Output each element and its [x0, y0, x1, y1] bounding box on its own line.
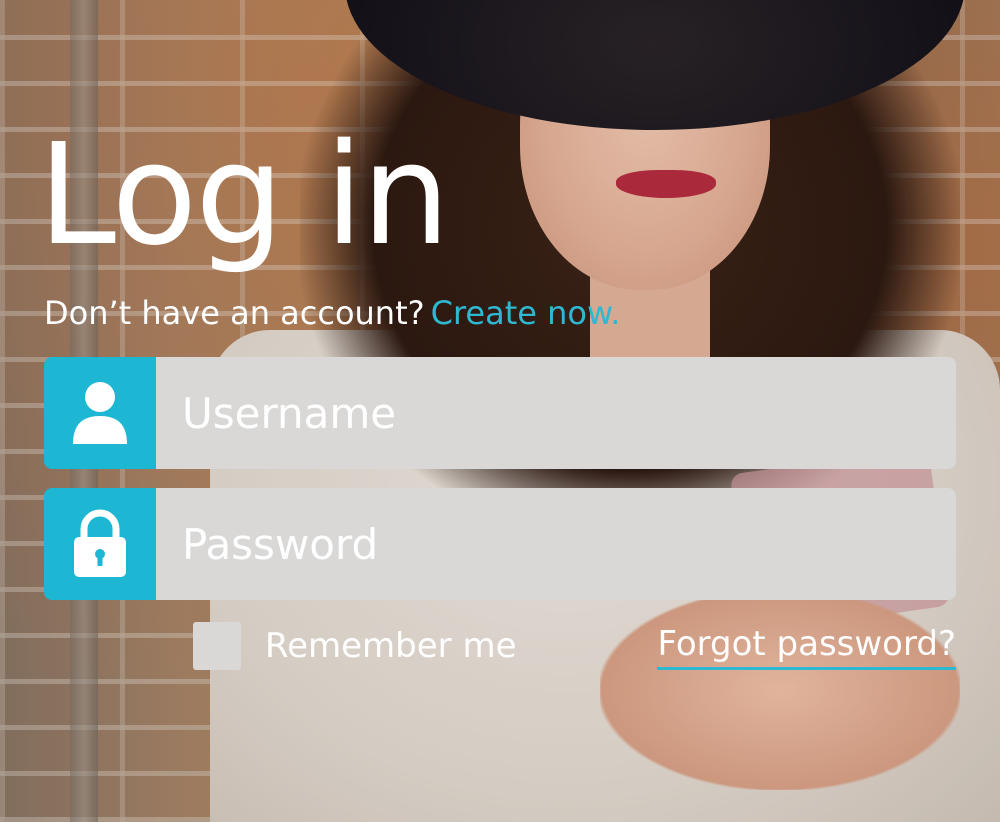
forgot-password-link[interactable]: Forgot password? [657, 624, 956, 670]
username-input[interactable] [156, 357, 956, 469]
create-account-link[interactable]: Create now. [431, 294, 621, 332]
page-title: Log in [38, 114, 450, 277]
password-field [44, 488, 956, 600]
remember-me-label: Remember me [265, 626, 517, 666]
remember-me-checkbox[interactable] [193, 622, 241, 670]
password-input[interactable] [156, 488, 956, 600]
signup-prompt: Don’t have an account? Create now. [44, 294, 620, 332]
user-icon [73, 382, 127, 444]
lock-icon [74, 509, 126, 577]
remember-me-toggle[interactable]: Remember me [193, 622, 517, 670]
username-icon-box [44, 357, 156, 469]
signup-prompt-text: Don’t have an account? [44, 294, 425, 332]
password-icon-box [44, 488, 156, 600]
username-field [44, 357, 956, 469]
